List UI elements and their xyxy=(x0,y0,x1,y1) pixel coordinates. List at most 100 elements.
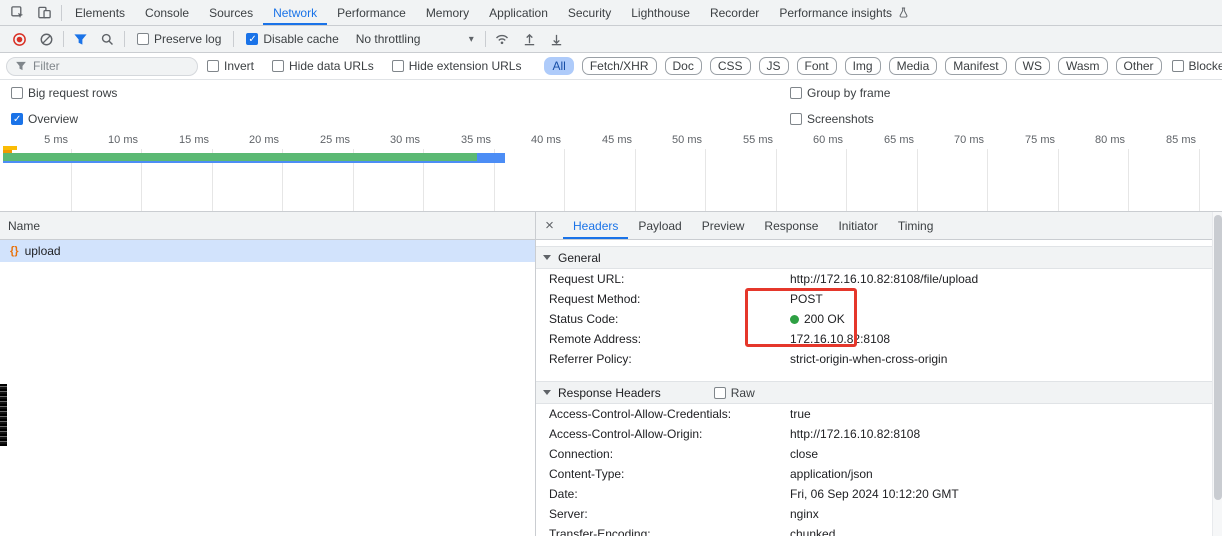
chip-wasm[interactable]: Wasm xyxy=(1057,57,1108,75)
tab-network[interactable]: Network xyxy=(263,0,327,25)
hide-extension-urls-checkbox[interactable]: Hide extension URLs xyxy=(391,59,522,73)
chip-fetch-xhr[interactable]: Fetch/XHR xyxy=(581,57,657,75)
tab-performance-insights[interactable]: Performance insights xyxy=(769,0,920,25)
fetch-braces-icon: {} xyxy=(10,245,19,257)
checkbox-label: Group by frame xyxy=(807,86,891,100)
import-har-icon[interactable] xyxy=(516,27,543,52)
tab-performance[interactable]: Performance xyxy=(327,0,416,25)
experiment-flask-icon xyxy=(897,6,910,19)
raw-checkbox[interactable]: Raw xyxy=(713,385,755,400)
disable-cache-checkbox[interactable]: Disable cache xyxy=(246,32,339,46)
throttling-dropdown[interactable]: No throttling ▾ xyxy=(356,32,474,46)
record-network-log-icon[interactable] xyxy=(6,27,33,52)
chip-doc[interactable]: Doc xyxy=(664,57,702,75)
overview-bar-blue-tail xyxy=(477,153,505,161)
chip-all[interactable]: All xyxy=(544,57,574,75)
field-server: Server: nginx xyxy=(536,504,1222,524)
checkbox xyxy=(790,113,802,125)
tab-elements[interactable]: Elements xyxy=(65,0,135,25)
column-header-label: Name xyxy=(8,218,41,233)
status-text: 200 OK xyxy=(804,312,845,326)
checkbox-label: Hide extension URLs xyxy=(408,59,522,73)
search-icon[interactable] xyxy=(94,27,121,52)
chip-ws[interactable]: WS xyxy=(1014,57,1050,75)
details-tab-headers[interactable]: Headers xyxy=(563,212,628,239)
details-tab-response[interactable]: Response xyxy=(754,212,828,239)
invert-checkbox[interactable]: Invert xyxy=(207,59,254,73)
blocked-response-cookies-checkbox[interactable]: Blocked response coo xyxy=(1171,59,1222,73)
details-tab-timing[interactable]: Timing xyxy=(888,212,944,239)
inspect-element-icon[interactable] xyxy=(4,0,31,25)
filter-placeholder: Filter xyxy=(33,59,60,73)
checkbox xyxy=(391,60,404,72)
scrollbar-thumb[interactable] xyxy=(1214,215,1222,500)
preserve-log-checkbox[interactable]: Preserve log xyxy=(137,32,221,46)
chip-img[interactable]: Img xyxy=(844,57,881,75)
field-access-control-allow-credentials: Access-Control-Allow-Credentials: true xyxy=(536,404,1222,424)
checkbox-label: Hide data URLs xyxy=(289,59,374,73)
chip-font[interactable]: Font xyxy=(796,57,837,75)
tab-recorder[interactable]: Recorder xyxy=(700,0,769,25)
request-details-panel: × Headers Payload Preview Response Initi… xyxy=(536,212,1222,536)
checkbox xyxy=(246,33,259,46)
chip-manifest[interactable]: Manifest xyxy=(945,57,1007,75)
export-har-icon[interactable] xyxy=(543,27,570,52)
checkbox xyxy=(207,60,219,72)
close-icon[interactable]: × xyxy=(536,212,563,239)
request-row-upload[interactable]: {} upload xyxy=(0,240,535,262)
chip-other[interactable]: Other xyxy=(1115,57,1162,75)
tick-label: 45 ms xyxy=(602,134,632,146)
divider xyxy=(61,4,62,21)
chevron-down-icon: ▾ xyxy=(468,33,474,45)
general-section-header[interactable]: General xyxy=(536,246,1222,269)
details-tab-preview[interactable]: Preview xyxy=(692,212,755,239)
big-request-rows-checkbox[interactable]: Big request rows xyxy=(11,86,117,100)
chip-js[interactable]: JS xyxy=(758,57,789,75)
tab-memory[interactable]: Memory xyxy=(416,0,479,25)
details-tab-initiator[interactable]: Initiator xyxy=(828,212,887,239)
tick-label: 55 ms xyxy=(743,134,773,146)
group-by-frame-checkbox[interactable]: Group by frame xyxy=(790,86,890,100)
tab-label: Console xyxy=(145,5,190,20)
hide-data-urls-checkbox[interactable]: Hide data URLs xyxy=(272,59,374,73)
section-title: General xyxy=(558,250,601,265)
tab-label: Performance xyxy=(337,5,406,20)
name-column-header[interactable]: Name xyxy=(0,212,535,240)
checkbox xyxy=(790,87,802,99)
chip-media[interactable]: Media xyxy=(888,57,938,75)
screenshots-checkbox[interactable]: Screenshots xyxy=(790,112,874,126)
device-toolbar-icon[interactable] xyxy=(31,0,58,25)
field-value: http://172.16.10.82:8108/file/upload xyxy=(790,272,979,286)
field-value: POST xyxy=(790,292,823,306)
vertical-scrollbar[interactable] xyxy=(1212,212,1222,536)
network-overview-timeline[interactable]: 5 ms 10 ms 15 ms 20 ms 25 ms 30 ms 35 ms… xyxy=(0,132,1222,212)
tab-security[interactable]: Security xyxy=(558,0,621,25)
tab-application[interactable]: Application xyxy=(479,0,558,25)
tick-label: 50 ms xyxy=(672,134,702,146)
field-label: Remote Address: xyxy=(549,332,642,346)
tick-label: 20 ms xyxy=(249,134,279,146)
checkbox-label: Screenshots xyxy=(807,112,874,126)
tab-lighthouse[interactable]: Lighthouse xyxy=(621,0,700,25)
tick-label: 30 ms xyxy=(390,134,420,146)
devtools-window: Elements Console Sources Network Perform… xyxy=(0,0,1222,536)
funnel-icon xyxy=(16,61,26,71)
chip-css[interactable]: CSS xyxy=(709,57,751,75)
tab-console[interactable]: Console xyxy=(135,0,199,25)
response-headers-section-header[interactable]: Response Headers Raw xyxy=(536,381,1222,404)
details-tab-payload[interactable]: Payload xyxy=(628,212,691,239)
options-row-1: Big request rows Group by frame xyxy=(0,80,1222,106)
network-conditions-icon[interactable] xyxy=(489,27,516,52)
filter-input[interactable]: Filter xyxy=(6,56,198,76)
clear-network-log-icon[interactable] xyxy=(33,27,60,52)
checkbox-label: Invert xyxy=(224,59,255,73)
filter-icon[interactable] xyxy=(67,27,94,52)
overview-bar-green xyxy=(3,153,496,161)
checkbox xyxy=(137,33,149,45)
overview-checkbox[interactable]: Overview xyxy=(11,112,78,126)
field-value: close xyxy=(790,447,819,461)
checkbox-label: Disable cache xyxy=(263,32,339,46)
tab-sources[interactable]: Sources xyxy=(199,0,263,25)
tab-label: Performance insights xyxy=(779,5,893,20)
checkbox-label: Raw xyxy=(730,385,755,400)
